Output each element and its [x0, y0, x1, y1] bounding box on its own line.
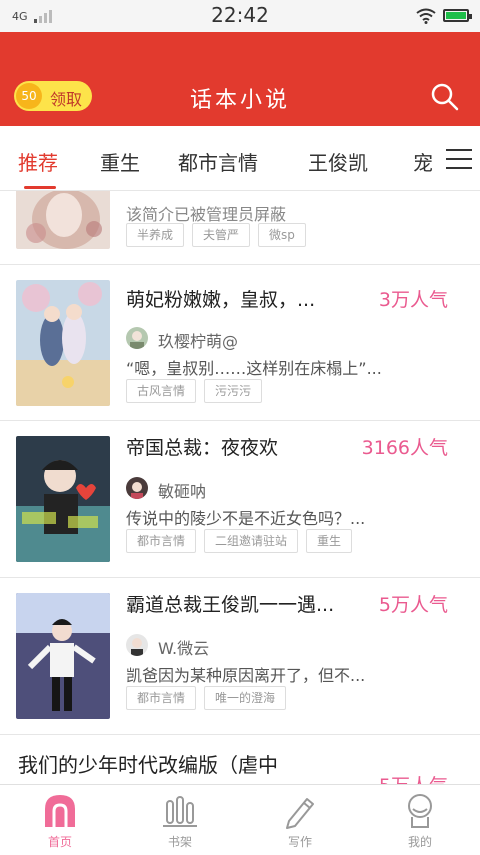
tab-recommend[interactable]: 推荐 — [18, 147, 58, 176]
list-item[interactable]: 萌妃粉嫩嫩，皇叔，... 3万人气 玖樱柠萌@ “嗯，皇叔别……这样别在床榻上”… — [0, 265, 480, 421]
tab-urban-romance[interactable]: 都市言情 — [178, 147, 258, 176]
tag[interactable]: 微sp — [258, 223, 306, 247]
category-tabs: 推荐 重生 都市言情 王俊凯 宠 — [0, 126, 480, 191]
tag[interactable]: 唯一的澄海 — [204, 686, 287, 710]
popularity-count: 3万人气 — [378, 289, 448, 311]
book-title: 萌妃粉嫩嫩，皇叔，... — [126, 289, 316, 311]
book-description: 该简介已被管理员屏蔽 — [126, 205, 287, 224]
tab-rebirth[interactable]: 重生 — [100, 147, 140, 176]
menu-icon[interactable] — [446, 148, 472, 170]
nav-home[interactable]: 首页 — [0, 785, 120, 855]
nav-label: 书架 — [167, 835, 192, 849]
nav-bookshelf[interactable]: 书架 — [120, 785, 240, 855]
author-name: W.微云 — [158, 639, 210, 658]
tag[interactable]: 二组邀请驻站 — [204, 529, 299, 553]
author-name: 敏砸呐 — [158, 482, 207, 501]
nav-label: 写作 — [287, 835, 312, 849]
tag-list: 半养成 夫管严 微sp — [126, 223, 314, 247]
avatar — [126, 327, 148, 349]
avatar — [126, 477, 148, 499]
avatar — [126, 634, 148, 656]
app-title: 话本小说 — [189, 88, 290, 113]
book-cover — [16, 191, 110, 249]
tag[interactable]: 夫管严 — [192, 223, 251, 247]
list-item[interactable]: 霸道总裁王俊凯一一遇... 5万人气 W.微云 凯爸因为某种原因离开了，但不..… — [0, 578, 480, 735]
tag[interactable]: 重生 — [306, 529, 353, 553]
book-description: 凯爸因为某种原因离开了，但不... — [126, 666, 366, 685]
book-title: 我们的少年时代改编版（虐中 — [18, 753, 278, 777]
bookshelf-icon — [163, 796, 197, 827]
book-cover — [16, 593, 110, 719]
profile-icon — [408, 794, 432, 828]
book-description: 传说中的陵少不是不近女色吗？... — [126, 509, 366, 528]
popularity-count: 3166人气 — [361, 437, 448, 459]
tag[interactable]: 都市言情 — [126, 686, 197, 710]
tag[interactable]: 污污污 — [204, 379, 263, 403]
nav-profile[interactable]: 我的 — [360, 785, 480, 855]
pen-icon — [286, 798, 314, 829]
nav-label: 我的 — [407, 835, 432, 849]
tag[interactable]: 半养成 — [126, 223, 185, 247]
wifi-icon — [416, 8, 436, 24]
bottom-navigation: 首页 书架 写作 我的 — [0, 784, 480, 855]
tag-list: 都市言情 二组邀请驻站 重生 — [126, 529, 360, 553]
book-cover — [16, 280, 110, 406]
tag[interactable]: 古风言情 — [126, 379, 197, 403]
popularity-count: 5万人气 — [379, 771, 448, 784]
battery-icon — [443, 9, 472, 22]
popularity-count: 5万人气 — [378, 594, 448, 616]
book-title: 帝国总裁：夜夜欢 — [126, 437, 279, 459]
book-cover — [16, 436, 110, 562]
author-name: 玖樱柠萌@ — [158, 332, 239, 351]
list-item[interactable]: 该简介已被管理员屏蔽 半养成 夫管严 微sp — [0, 191, 480, 265]
status-bar: 4G 22:42 — [0, 0, 480, 32]
list-item[interactable]: 我们的少年时代改编版（虐中 5万人气 — [0, 735, 480, 784]
nav-write[interactable]: 写作 — [240, 785, 360, 855]
book-description: “嗯，皇叔别……这样别在床榻上”... — [126, 359, 382, 378]
tab-wang-junkai[interactable]: 王俊凯 — [308, 147, 368, 176]
tag[interactable]: 都市言情 — [126, 529, 197, 553]
tag-list: 都市言情 唯一的澄海 — [126, 686, 294, 710]
tab-pet[interactable]: 宠 — [413, 147, 433, 176]
clock: 22:42 — [211, 3, 269, 27]
book-list: 该简介已被管理员屏蔽 半养成夫管严微sp 萌妃粉嫩嫩，皇叔，... 3万人气 — [0, 191, 480, 784]
home-icon — [45, 795, 75, 827]
active-tab-indicator — [24, 186, 56, 189]
tag-list: 古风言情 污污污 — [126, 379, 270, 403]
list-item[interactable]: 帝国总裁：夜夜欢 3166人气 敏砸呐 传说中的陵少不是不近女色吗？... 都市… — [0, 421, 480, 578]
nav-label: 首页 — [47, 835, 72, 849]
book-title: 霸道总裁王俊凯一一遇... — [126, 594, 335, 616]
search-icon[interactable] — [430, 82, 460, 112]
